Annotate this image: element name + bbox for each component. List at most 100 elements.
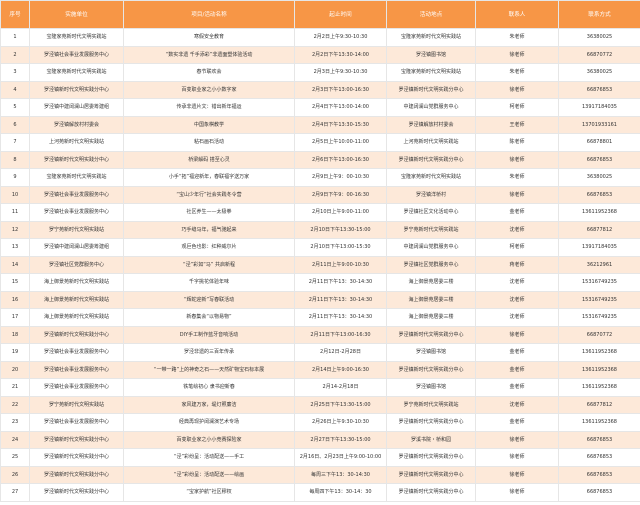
cell-location: 海上御景苑居委三楼 bbox=[386, 273, 476, 292]
cell-activity: 传承非遗片文：错出新年福运 bbox=[123, 98, 295, 117]
cell-time: 2月11日下午13：30-14:30 bbox=[294, 273, 387, 292]
cell-location: 罗泾镇新时代文明实践分中心 bbox=[386, 360, 476, 379]
cell-time: 2月2日下午13:30-14:00 bbox=[294, 45, 387, 64]
table-row: 3 宝隆家苑新时代文明实践站 春节联欢会 2月3日上午9:30-10:30 宝隆家苑新时… bbox=[0, 63, 640, 82]
cell-activity: 小手“拓”福迎新年，春联福字送万家 bbox=[123, 168, 295, 187]
cell-index: 2 bbox=[0, 45, 30, 64]
cell-contact: 朱老师 bbox=[475, 63, 559, 82]
table-row: 1 宝隆家苑新时代文明实践站 寒假安全教育 2月2日上午9:30-10:30 宝隆家苑新… bbox=[0, 28, 640, 47]
cell-phone: 66877812 bbox=[558, 220, 640, 239]
cell-unit: 罗泾镇新时代文明实践分中心 bbox=[29, 430, 124, 449]
table-row: 13 罗泾镇中建阔澜山居委筹建组 观巨色也影：红种威尔片 2月10日下午13:00-1… bbox=[0, 238, 640, 257]
cell-location: 罗泾镇新时代文明实践分中心 bbox=[386, 465, 476, 484]
table-row: 11 罗泾镇社会事业发展服务中心 社区养生——太极拳 2月10日上午9:00-11:0… bbox=[0, 203, 640, 222]
cell-unit: 罗泾镇社会事业发展服务中心 bbox=[29, 343, 124, 362]
cell-location: 罗泾镇图书馆 bbox=[386, 45, 476, 64]
table-row: 22 罗宁苑新时代文明实践站 家风建万家，堤灯照廉洁 2月25日下午13:30-15:… bbox=[0, 395, 640, 414]
cell-time: 每周四下午13：30-14：30 bbox=[294, 483, 387, 502]
cell-index: 23 bbox=[0, 413, 30, 432]
cell-activity: 粘石画石活动 bbox=[123, 133, 295, 152]
cell-activity: “泾”彩纷呈：活动配送——手工 bbox=[123, 448, 295, 467]
cell-activity: 寒假安全教育 bbox=[123, 28, 295, 47]
cell-location: 中建阔澜山党群服务中心 bbox=[386, 98, 476, 117]
cell-location: 海上御景苑居委三楼 bbox=[386, 290, 476, 309]
cell-unit: 宝隆家苑新时代文明实践站 bbox=[29, 63, 124, 82]
cell-contact: 徐老师 bbox=[475, 465, 559, 484]
cell-location: 罗泾镇社区党群服务中心 bbox=[386, 255, 476, 274]
cell-location: 罗泾镇新时代文明实践分中心 bbox=[386, 80, 476, 99]
cell-contact: 朱老师 bbox=[475, 28, 559, 47]
cell-time: 2月16日、2月23日上午9:00-10:00 bbox=[294, 448, 387, 467]
cell-phone: 13611952368 bbox=[558, 343, 640, 362]
cell-phone: 66876853 bbox=[558, 80, 640, 99]
cell-contact: 徐老师 bbox=[475, 150, 559, 169]
table-row: 14 罗泾镇社区党群服务中心 “泾”彩如“马” 共启新程 2月11日上午9:00-10… bbox=[0, 255, 640, 274]
cell-unit: 罗泾镇社会事业发展服务中心 bbox=[29, 360, 124, 379]
cell-phone: 66877812 bbox=[558, 395, 640, 414]
cell-activity: “泾”彩纷呈：活动配送——绘画 bbox=[123, 465, 295, 484]
cell-location: 罗泾镇解放村村委会 bbox=[386, 115, 476, 134]
cell-contact: 徐老师 bbox=[475, 80, 559, 99]
cell-index: 5 bbox=[0, 98, 30, 117]
cell-index: 13 bbox=[0, 238, 30, 257]
cell-phone: 13611952368 bbox=[558, 413, 640, 432]
cell-unit: 罗泾镇社会事业发展服务中心 bbox=[29, 45, 124, 64]
table-row: 15 海上御景苑新时代文明实践站 千字挑花体验年味 2月11日下午13：30-14:3… bbox=[0, 273, 640, 292]
cell-index: 9 bbox=[0, 168, 30, 187]
table-row: 25 罗泾镇新时代文明实践分中心 “泾”彩纷呈：活动配送——手工 2月16日、2月23… bbox=[0, 448, 640, 467]
cell-activity: 罗泾非遗的三百年传承 bbox=[123, 343, 295, 362]
cell-unit: 罗泾镇中建阔澜山居委筹建组 bbox=[29, 238, 124, 257]
cell-contact: 徐老师 bbox=[475, 448, 559, 467]
cell-contact: 蒋老师 bbox=[475, 255, 559, 274]
cell-activity: DIY手工制作蓝牙音响活动 bbox=[123, 325, 295, 344]
cell-unit: 罗泾镇新时代文明实践分中心 bbox=[29, 448, 124, 467]
cell-time: 2月4日下午13:30-15:30 bbox=[294, 115, 387, 134]
activity-table: 序号 实施单位 项目/活动名称 起止时间 活动地点 联系人 联系方式 1 宝隆家苑… bbox=[0, 0, 640, 502]
cell-index: 21 bbox=[0, 378, 30, 397]
cell-time: 2月25日下午13:30-15:00 bbox=[294, 395, 387, 414]
cell-time: 2月26日上午9:30-10:30 bbox=[294, 413, 387, 432]
table-row: 12 罗宁苑新时代文明实践站 巧手缝马年，福气驰起来 2月10日下午13:30-15:… bbox=[0, 220, 640, 239]
header-activity: 项目/活动名称 bbox=[123, 0, 295, 29]
cell-unit: 罗泾镇社会事业发展服务中心 bbox=[29, 413, 124, 432]
cell-time: 2月5日上午10:00-11:00 bbox=[294, 133, 387, 152]
cell-activity: 百变职业家之小小竞赛探险家 bbox=[123, 430, 295, 449]
cell-activity: “一带一路”上的神奇之石——天然矿物宝石标本展 bbox=[123, 360, 295, 379]
cell-location: 罗泾镇新时代文明实践分中心 bbox=[386, 483, 476, 502]
cell-phone: 36380025 bbox=[558, 168, 640, 187]
table-row: 18 罗泾镇新时代文明实践分中心 DIY手工制作蓝牙音响活动 2月11日下午13:00… bbox=[0, 325, 640, 344]
cell-time: 2月11日下午13:00-16:30 bbox=[294, 325, 387, 344]
cell-index: 14 bbox=[0, 255, 30, 274]
cell-index: 22 bbox=[0, 395, 30, 414]
cell-time: 2月10日下午13:00-15:30 bbox=[294, 238, 387, 257]
cell-unit: 罗泾镇新时代文明实践分中心 bbox=[29, 465, 124, 484]
cell-time: 2月2日上午9:30-10:30 bbox=[294, 28, 387, 47]
cell-time: 2月14日上午9:00-16:30 bbox=[294, 360, 387, 379]
cell-activity: 百变职业家之小小数字家 bbox=[123, 80, 295, 99]
cell-contact: 沈老师 bbox=[475, 395, 559, 414]
cell-time: 每周三下午13：30-14:30 bbox=[294, 465, 387, 484]
cell-unit: 罗泾镇社区党群服务中心 bbox=[29, 255, 124, 274]
cell-index: 6 bbox=[0, 115, 30, 134]
cell-contact: 徐老师 bbox=[475, 45, 559, 64]
cell-phone: 66878801 bbox=[558, 133, 640, 152]
cell-location: 上河苑新时代文明实践站 bbox=[386, 133, 476, 152]
cell-time: 2月11日上午9:00-10:30 bbox=[294, 255, 387, 274]
cell-index: 10 bbox=[0, 185, 30, 204]
cell-index: 25 bbox=[0, 448, 30, 467]
cell-time: 2月3日上午9:30-10:30 bbox=[294, 63, 387, 82]
cell-unit: 罗宁苑新时代文明实践站 bbox=[29, 220, 124, 239]
table-row: 9 宝隆家苑新时代文明实践站 小手“拓”福迎新年，春联福字送万家 2月9日上午9：00… bbox=[0, 168, 640, 187]
cell-index: 1 bbox=[0, 28, 30, 47]
cell-location: 罗泾镇社区文化活动中心 bbox=[386, 203, 476, 222]
cell-contact: 徐老师 bbox=[475, 483, 559, 502]
cell-index: 3 bbox=[0, 63, 30, 82]
cell-location: 罗泾镇新时代文明实践分中心 bbox=[386, 150, 476, 169]
table-row: 24 罗泾镇新时代文明实践分中心 百变职业家之小小竞赛探险家 2月27日下午13:30… bbox=[0, 430, 640, 449]
cell-phone: 66876853 bbox=[558, 483, 640, 502]
cell-phone: 15316749235 bbox=[558, 290, 640, 309]
cell-unit: 罗泾镇新时代文明实践分中心 bbox=[29, 483, 124, 502]
cell-activity: 铁笔绘初心 隶书迎新春 bbox=[123, 378, 295, 397]
cell-unit: 罗泾镇新时代文明实践分中心 bbox=[29, 325, 124, 344]
cell-time: 2月27日下午13:30-15:00 bbox=[294, 430, 387, 449]
